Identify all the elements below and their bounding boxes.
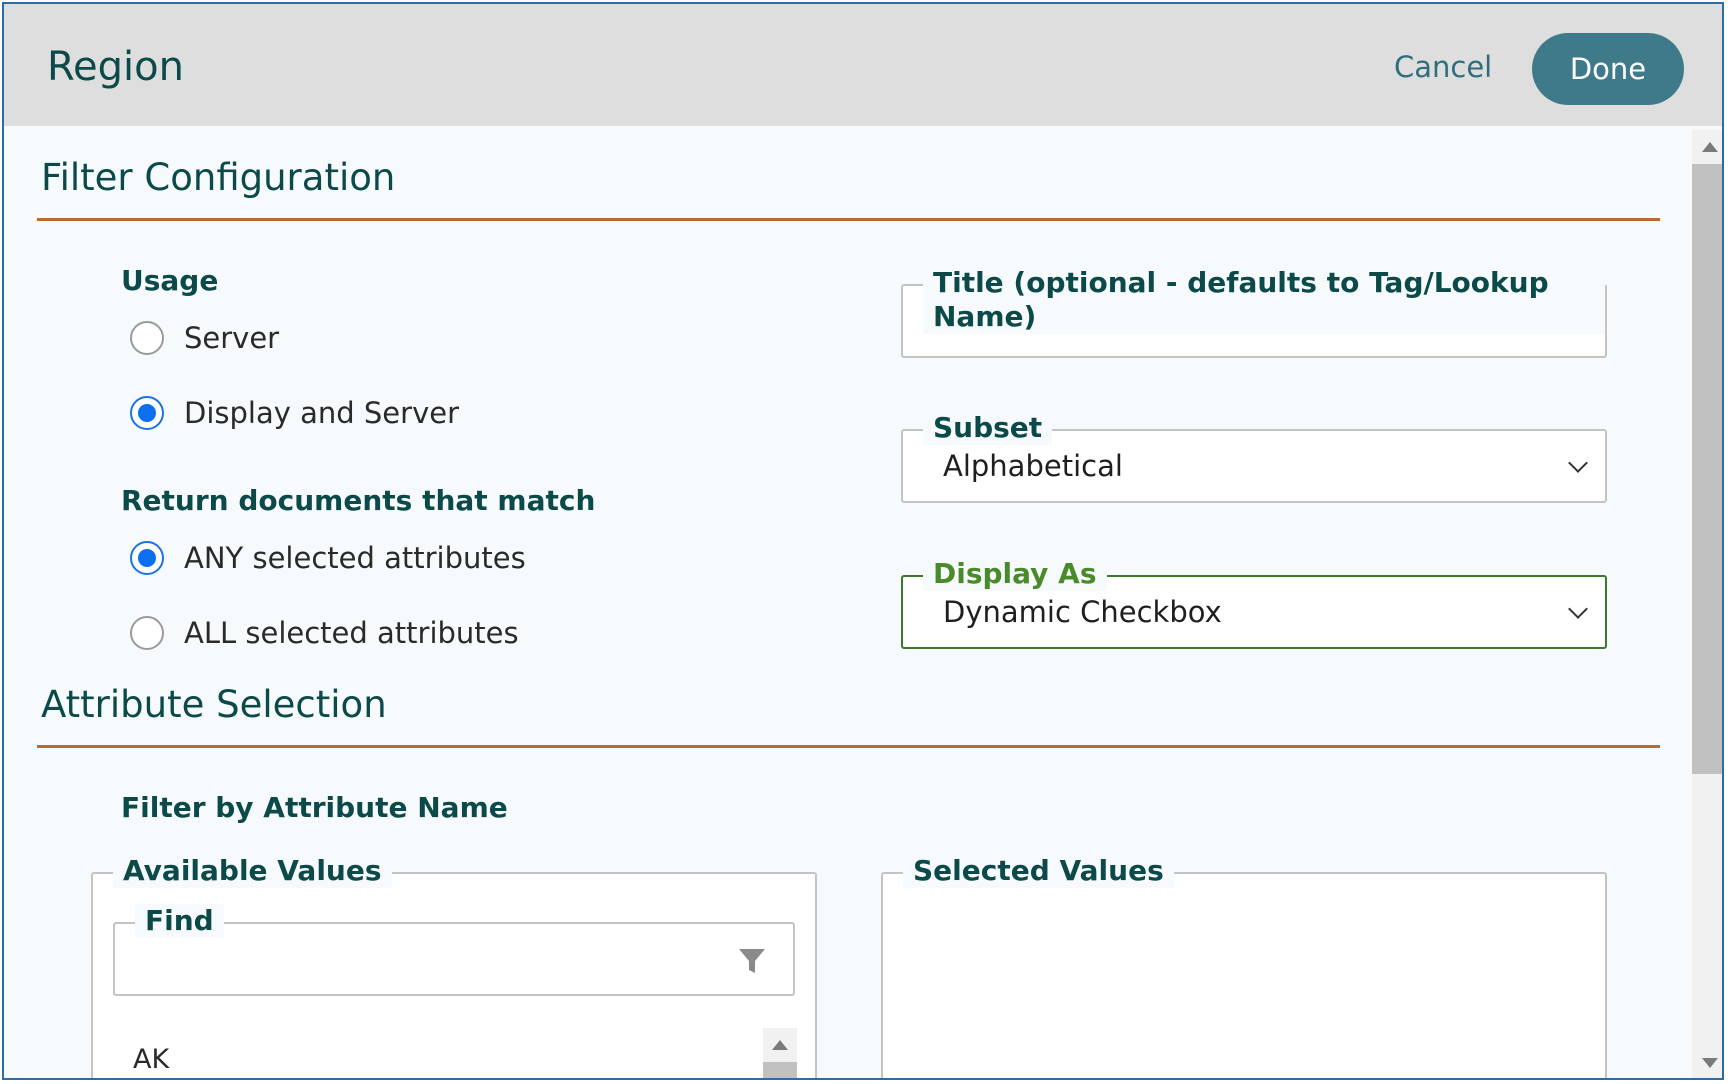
radio-button[interactable] bbox=[130, 321, 164, 355]
section-divider bbox=[37, 218, 1660, 221]
chevron-down-icon bbox=[1568, 453, 1588, 473]
dialog-scrollbar[interactable] bbox=[1692, 130, 1722, 1078]
selected-values-legend: Selected Values bbox=[903, 854, 1174, 888]
chevron-down-icon bbox=[1568, 599, 1588, 619]
radio-label: ANY selected attributes bbox=[184, 541, 526, 575]
done-button[interactable]: Done bbox=[1532, 33, 1684, 105]
display-as-value: Dynamic Checkbox bbox=[943, 595, 1222, 629]
display-as-legend: Display As bbox=[923, 557, 1107, 591]
radio-label: Display and Server bbox=[184, 396, 459, 430]
subset-value: Alphabetical bbox=[943, 449, 1123, 483]
section-divider bbox=[37, 745, 1660, 748]
cancel-button[interactable]: Cancel bbox=[1394, 50, 1492, 84]
dialog-content: Filter Configuration Usage Server Displa… bbox=[4, 126, 1690, 1078]
title-field-legend: Title (optional - defaults to Tag/Lookup… bbox=[923, 266, 1605, 334]
list-scroll-thumb[interactable] bbox=[763, 1062, 797, 1078]
scroll-down-icon[interactable] bbox=[1702, 1058, 1718, 1068]
available-values-panel: Available Values Find AK bbox=[91, 854, 817, 1078]
radio-label: Server bbox=[184, 321, 280, 355]
find-legend: Find bbox=[135, 904, 224, 938]
scroll-up-icon[interactable] bbox=[1702, 142, 1718, 152]
radio-button[interactable] bbox=[130, 396, 164, 430]
usage-label: Usage bbox=[121, 264, 219, 297]
filter-dialog: Region Cancel Done Filter Configuration … bbox=[2, 2, 1724, 1080]
attribute-selection-heading: Attribute Selection bbox=[41, 683, 387, 726]
available-values-legend: Available Values bbox=[113, 854, 392, 888]
match-any-radio[interactable]: ANY selected attributes bbox=[130, 541, 526, 575]
list-scrollbar[interactable] bbox=[763, 1028, 797, 1078]
filter-by-attribute-label: Filter by Attribute Name bbox=[121, 791, 508, 824]
radio-label: ALL selected attributes bbox=[184, 616, 519, 650]
usage-server-radio[interactable]: Server bbox=[130, 321, 279, 355]
subset-select[interactable]: Subset Alphabetical bbox=[901, 411, 1607, 503]
filter-configuration-heading: Filter Configuration bbox=[41, 156, 396, 199]
display-as-select[interactable]: Display As Dynamic Checkbox bbox=[901, 557, 1607, 649]
usage-display-and-server-radio[interactable]: Display and Server bbox=[130, 396, 459, 430]
scroll-up-icon[interactable] bbox=[772, 1040, 788, 1050]
dialog-title: Region bbox=[47, 44, 184, 90]
filter-icon[interactable] bbox=[737, 946, 767, 976]
find-input[interactable]: Find bbox=[113, 904, 795, 996]
selected-values-panel: Selected Values bbox=[881, 854, 1607, 1078]
dialog-scroll-thumb[interactable] bbox=[1692, 164, 1722, 774]
dialog-header: Region Cancel Done bbox=[4, 4, 1722, 126]
match-label: Return documents that match bbox=[121, 484, 596, 517]
radio-button[interactable] bbox=[130, 616, 164, 650]
available-value-item[interactable]: AK bbox=[133, 1044, 169, 1075]
subset-legend: Subset bbox=[923, 411, 1053, 445]
match-all-radio[interactable]: ALL selected attributes bbox=[130, 616, 519, 650]
radio-button[interactable] bbox=[130, 541, 164, 575]
title-field[interactable]: Title (optional - defaults to Tag/Lookup… bbox=[901, 266, 1607, 358]
